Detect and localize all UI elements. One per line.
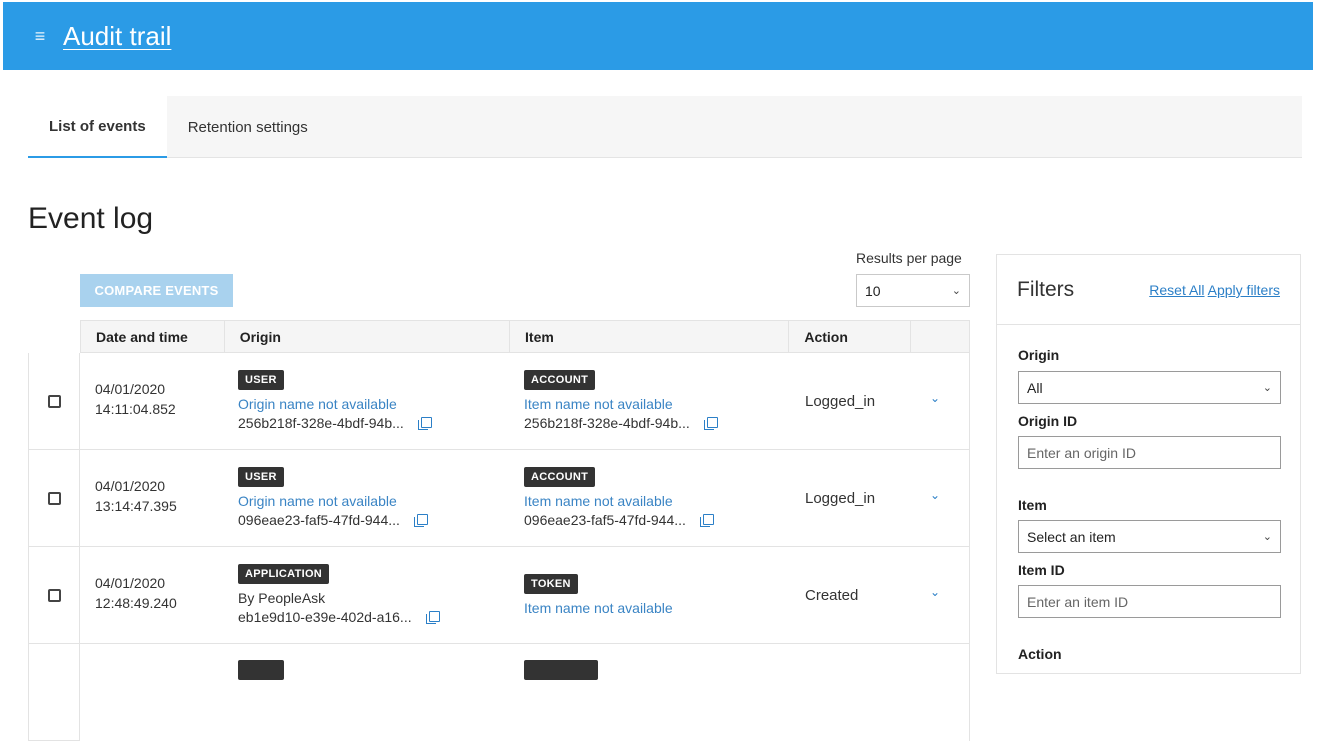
table-row: 04/01/2020 12:48:49.240 APPLICATION By P…	[28, 547, 970, 644]
copy-icon[interactable]	[703, 417, 718, 430]
column-header-expand	[911, 321, 969, 352]
item-cell	[524, 660, 794, 756]
row-checkbox[interactable]	[47, 394, 61, 408]
chevron-down-icon: ⌄	[951, 285, 961, 297]
hamburger-menu-icon[interactable]: ≡	[31, 26, 49, 47]
results-per-page-label: Results per page	[856, 250, 962, 266]
event-time: 13:14:47.395	[95, 498, 177, 514]
event-time: 14:11:04.852	[95, 401, 176, 417]
item-id-text: 256b218f-328e-4bdf-94b...	[524, 415, 690, 431]
origin-filter-label: Origin	[1018, 347, 1060, 363]
origin-id-filter-label: Origin ID	[1018, 413, 1078, 429]
chevron-down-icon: ⌄	[1262, 382, 1272, 394]
copy-icon[interactable]	[417, 417, 432, 430]
origin-id-input[interactable]	[1018, 436, 1281, 469]
item-id-input[interactable]	[1018, 585, 1281, 618]
row-body	[80, 644, 970, 741]
event-date: 04/01/2020	[95, 575, 166, 591]
origin-id: eb1e9d10-e39e-402d-a16...	[238, 609, 508, 625]
row-checkbox[interactable]	[47, 588, 61, 602]
event-date: 04/01/2020	[95, 381, 166, 397]
origin-id-text: 096eae23-faf5-47fd-944...	[238, 512, 400, 528]
item-type-badge: ACCOUNT	[524, 370, 596, 390]
item-type-badge: TOKEN	[524, 574, 578, 594]
results-per-page-select[interactable]: 10 ⌄	[856, 274, 970, 307]
origin-type-badge	[238, 660, 284, 680]
column-header-action[interactable]: Action	[789, 321, 912, 352]
row-select-cell	[28, 450, 80, 547]
row-checkbox[interactable]	[47, 491, 61, 505]
table-row: 04/01/2020 13:14:47.395 USER Origin name…	[28, 450, 970, 547]
item-id-text: 096eae23-faf5-47fd-944...	[524, 512, 686, 528]
item-id: 256b218f-328e-4bdf-94b...	[524, 415, 794, 431]
filters-title: Filters	[1017, 277, 1075, 301]
table-row: 04/01/2020 14:11:04.852 USER Origin name…	[28, 353, 970, 450]
origin-name: By PeopleAsk	[238, 590, 326, 606]
origin-id-text: 256b218f-328e-4bdf-94b...	[238, 415, 404, 431]
tab-retention-settings[interactable]: Retention settings	[167, 96, 329, 158]
origin-type-badge: USER	[238, 467, 284, 487]
item-name-link[interactable]: Item name not available	[524, 493, 794, 509]
chevron-down-icon: ⌄	[1262, 531, 1272, 543]
filters-panel: Filters Reset All Apply filters Origin A…	[996, 254, 1301, 674]
app-title-link[interactable]: Audit trail	[63, 21, 171, 52]
apply-filters-link[interactable]: Apply filters	[1208, 282, 1280, 298]
item-name-link[interactable]: Item name not available	[524, 396, 794, 412]
row-body: 04/01/2020 13:14:47.395 USER Origin name…	[80, 450, 970, 547]
tab-bar: List of events Retention settings	[28, 96, 1302, 158]
app-header: ≡ Audit trail	[3, 2, 1313, 70]
origin-name-link[interactable]: Origin name not available	[238, 396, 508, 412]
table-row	[28, 644, 970, 741]
origin-filter-select[interactable]: All ⌄	[1018, 371, 1281, 404]
row-select-cell	[28, 547, 80, 644]
origin-cell	[238, 660, 508, 756]
item-filter-label: Item	[1018, 497, 1047, 513]
item-id: 096eae23-faf5-47fd-944...	[524, 512, 794, 528]
item-type-badge	[524, 660, 598, 680]
event-time: 12:48:49.240	[95, 595, 177, 611]
origin-id: 256b218f-328e-4bdf-94b...	[238, 415, 508, 431]
table-header: Date and time Origin Item Action	[80, 320, 970, 353]
event-date: 04/01/2020	[95, 478, 166, 494]
origin-type-badge: APPLICATION	[238, 564, 330, 584]
item-type-badge: ACCOUNT	[524, 467, 596, 487]
copy-icon[interactable]	[413, 514, 428, 527]
column-header-date[interactable]: Date and time	[81, 321, 225, 352]
item-name-link[interactable]: Item name not available	[524, 600, 794, 616]
copy-icon[interactable]	[425, 611, 440, 624]
item-id-filter-label: Item ID	[1018, 562, 1065, 578]
page-title: Event log	[28, 202, 154, 235]
origin-name-link[interactable]: Origin name not available	[238, 493, 508, 509]
row-select-cell	[28, 644, 80, 741]
origin-type-badge: USER	[238, 370, 284, 390]
origin-id: 096eae23-faf5-47fd-944...	[238, 512, 508, 528]
action-filter-label: Action	[1018, 646, 1062, 662]
origin-filter-value: All	[1027, 379, 1043, 396]
origin-id-text: eb1e9d10-e39e-402d-a16...	[238, 609, 412, 625]
results-per-page-value: 10	[865, 282, 881, 299]
compare-events-button[interactable]: COMPARE EVENTS	[80, 274, 233, 307]
column-header-origin[interactable]: Origin	[225, 321, 511, 352]
row-body: 04/01/2020 14:11:04.852 USER Origin name…	[80, 353, 970, 450]
tab-list-of-events[interactable]: List of events	[28, 96, 167, 158]
filters-header: Filters Reset All Apply filters	[997, 255, 1300, 325]
item-filter-select[interactable]: Select an item ⌄	[1018, 520, 1281, 553]
column-header-item[interactable]: Item	[510, 321, 790, 352]
reset-all-link[interactable]: Reset All	[1149, 282, 1204, 298]
item-filter-value: Select an item	[1027, 528, 1116, 545]
row-body: 04/01/2020 12:48:49.240 APPLICATION By P…	[80, 547, 970, 644]
copy-icon[interactable]	[699, 514, 714, 527]
row-select-cell	[28, 353, 80, 450]
filters-actions: Reset All Apply filters	[1149, 282, 1280, 298]
